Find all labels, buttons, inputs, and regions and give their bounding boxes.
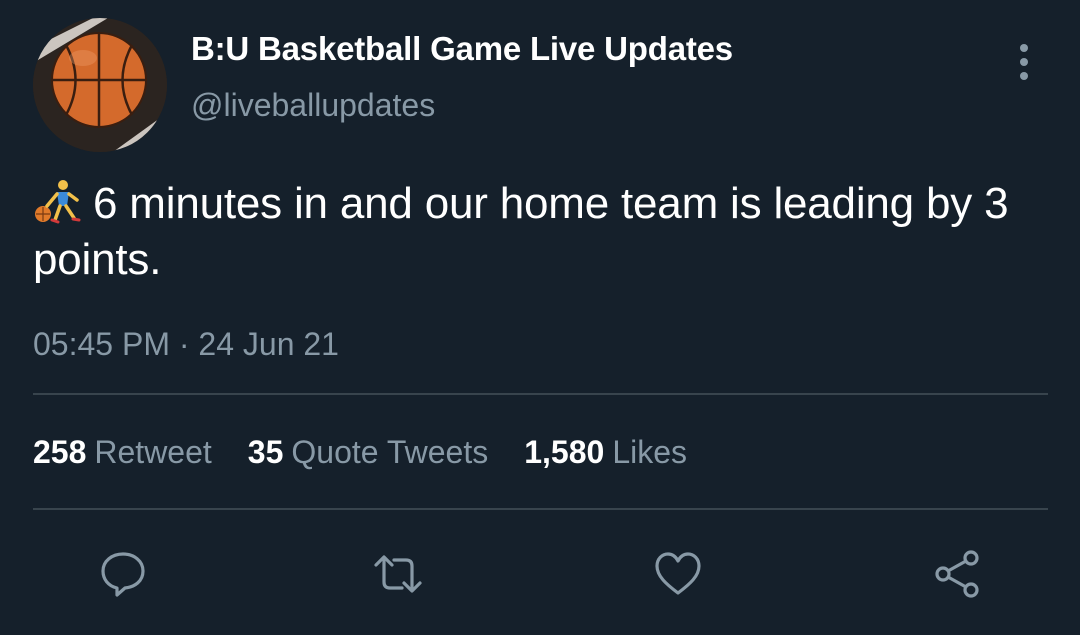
tweet-body: 6 minutes in and our home team is leadin… [33,179,1009,284]
quote-label: Quote Tweets [291,434,489,470]
likes-link[interactable]: 1,580 Likes [524,434,687,471]
retweet-count-link[interactable]: 258 Retweet [33,434,212,471]
display-name[interactable]: B:U Basketball Game Live Updates [191,30,733,68]
avatar[interactable] [33,18,167,152]
person-bouncing-ball-emoji [33,178,83,224]
likes-count: 1,580 [524,434,605,470]
heart-icon[interactable] [652,548,704,600]
reply-icon[interactable] [97,548,149,600]
basketball-avatar-image [33,18,167,152]
retweet-count: 258 [33,434,87,470]
likes-label: Likes [612,434,688,470]
tweet-text: 6 minutes in and our home team is leadin… [33,176,1033,288]
quote-tweets-link[interactable]: 35 Quote Tweets [248,434,488,471]
divider [33,508,1048,510]
divider [33,393,1048,395]
user-handle[interactable]: @liveballupdates [191,87,435,124]
more-options-icon[interactable] [1010,44,1038,80]
engagement-stats: 258 Retweet 35 Quote Tweets 1,580 Likes [33,434,723,471]
tweet-action-bar [0,548,1080,600]
quote-count: 35 [247,434,284,470]
retweet-icon[interactable] [372,548,424,600]
share-icon[interactable] [931,548,983,600]
retweet-label: Retweet [94,434,212,470]
tweet-timestamp[interactable]: 05:45 PM · 24 Jun 21 [33,326,339,363]
